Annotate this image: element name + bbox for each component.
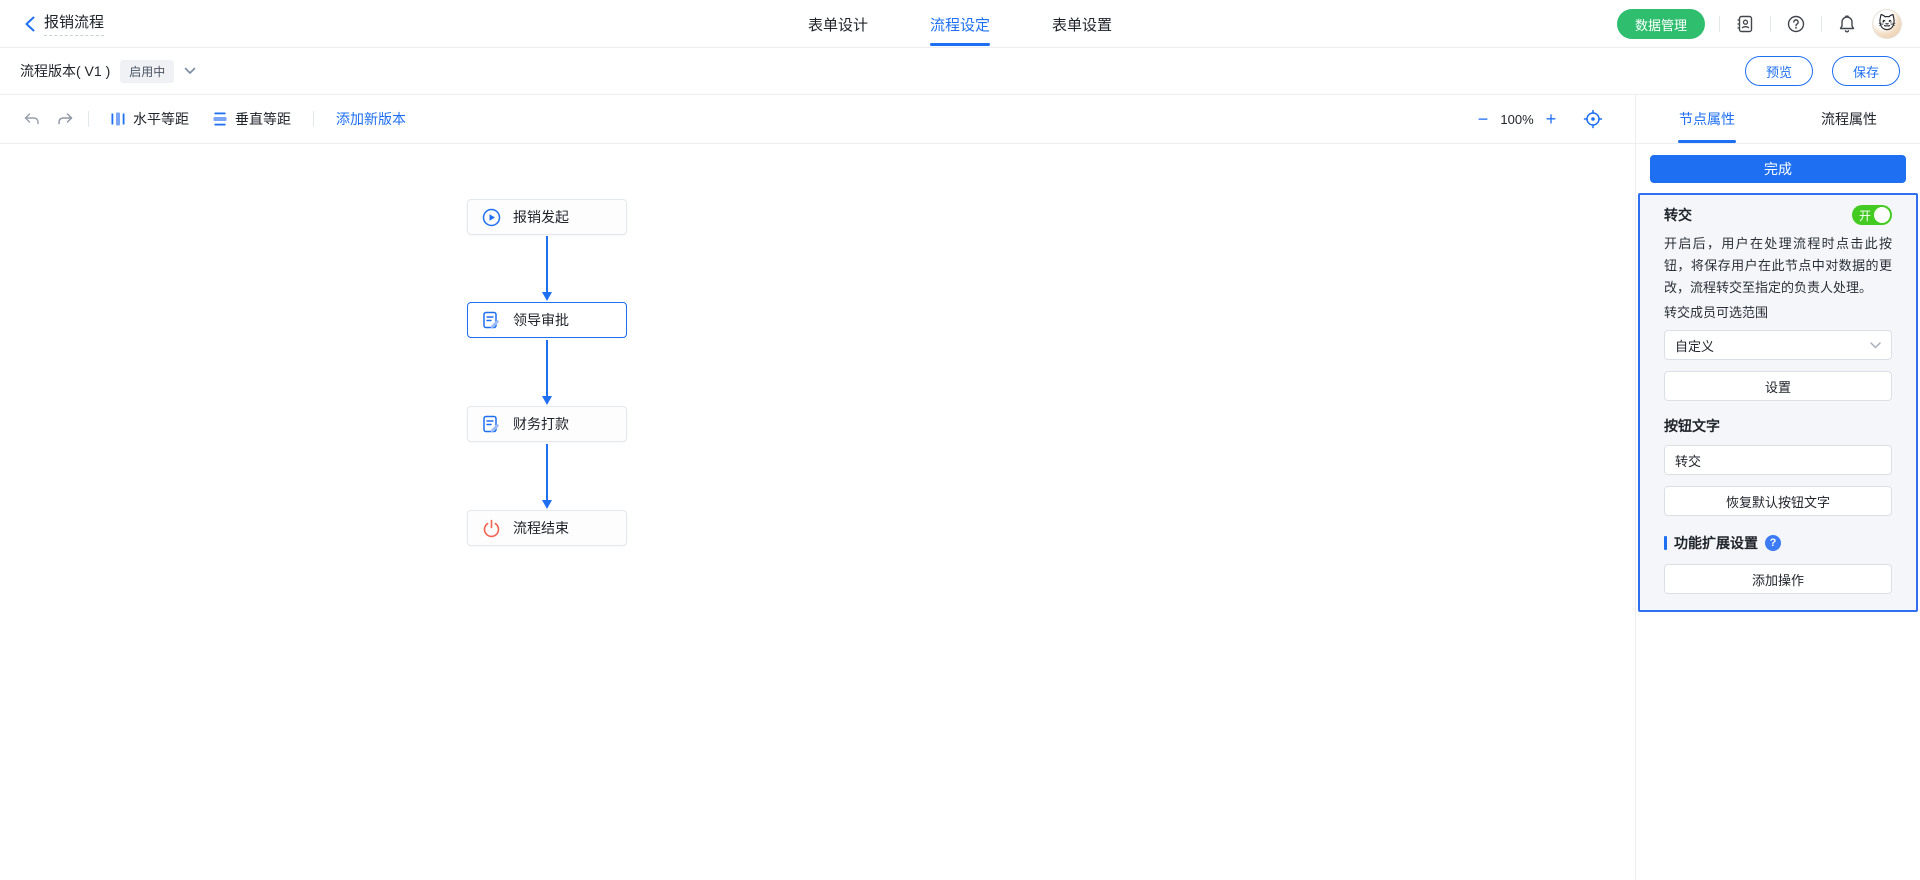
approval-icon (482, 311, 501, 330)
tab-flow-setting[interactable]: 流程设定 (930, 0, 990, 48)
flow-toolbar: 水平等距 垂直等距 添加新版本 − 100% + (0, 95, 1635, 144)
divider (1770, 16, 1771, 32)
back-button[interactable] (20, 14, 40, 34)
header-actions: 数据管理 🐱 (1617, 0, 1902, 48)
version-bar: 流程版本( V1 ) 启用中 预览 保存 (0, 48, 1920, 95)
version-label: 流程版本( V1 ) (20, 61, 110, 81)
flow-edge (541, 236, 553, 302)
active-tab-underline (930, 43, 990, 46)
flow-edge (541, 444, 553, 510)
transfer-header-row: 转交 开 (1664, 205, 1892, 225)
undo-button[interactable] (18, 106, 44, 132)
extension-settings-title: 功能扩展设置 (1674, 533, 1758, 553)
extension-settings-header: 功能扩展设置 ? (1664, 533, 1892, 553)
flow-editor-column: 水平等距 垂直等距 添加新版本 − 100% + (0, 95, 1635, 880)
power-icon (482, 519, 501, 538)
play-icon (482, 208, 501, 227)
transfer-toggle[interactable]: 开 (1852, 205, 1892, 225)
divider (1719, 16, 1720, 32)
transfer-title: 转交 (1664, 205, 1692, 225)
active-tab-underline (1678, 140, 1736, 143)
scope-select-value: 自定义 (1675, 336, 1714, 355)
title-editable[interactable]: 报销流程 (44, 11, 104, 36)
divider (1821, 16, 1822, 32)
page-title: 报销流程 (44, 14, 104, 31)
zoom-level: 100% (1495, 112, 1539, 127)
save-button[interactable]: 保存 (1832, 56, 1900, 86)
bell-icon[interactable] (1836, 13, 1858, 35)
chevron-down-icon (1870, 342, 1881, 349)
scope-select[interactable]: 自定义 (1664, 330, 1892, 360)
scope-label: 转交成员可选范围 (1664, 302, 1892, 321)
add-action-button[interactable]: 添加操作 (1664, 564, 1892, 594)
toggle-knob (1874, 207, 1890, 223)
app-window: 报销流程 表单设计 流程设定 表单设置 数据管理 🐱 流程版本( V1 ) (0, 0, 1920, 880)
top-header: 报销流程 表单设计 流程设定 表单设置 数据管理 🐱 (0, 0, 1920, 48)
vertical-spacing-button[interactable]: 垂直等距 (213, 109, 291, 129)
vertical-spacing-icon (213, 112, 227, 126)
flow-node-leader-approval[interactable]: 领导审批 (467, 302, 627, 338)
zoom-out-button[interactable]: − (1471, 107, 1495, 131)
node-label: 领导审批 (513, 310, 569, 330)
restore-default-button[interactable]: 恢复默认按钮文字 (1664, 486, 1892, 516)
redo-icon (57, 112, 74, 126)
main-area: 水平等距 垂直等距 添加新版本 − 100% + (0, 95, 1920, 880)
chevron-left-icon (24, 16, 36, 32)
version-dropdown-chevron-icon[interactable] (184, 67, 196, 75)
flow-node-finance-payment[interactable]: 财务打款 (467, 406, 627, 442)
properties-panel: 节点属性 流程属性 完成 转交 开 开启后，用户在处理流程时点击此按钮，将保存用… (1635, 95, 1920, 880)
panel-body: 完成 转交 开 开启后，用户在处理流程时点击此按钮，将保存用户在此节点中对数据的… (1636, 144, 1920, 880)
data-manage-button[interactable]: 数据管理 (1617, 9, 1705, 39)
user-avatar[interactable]: 🐱 (1872, 9, 1902, 39)
undo-icon (23, 112, 40, 126)
flow-node-end[interactable]: 流程结束 (467, 510, 627, 546)
redo-button[interactable] (52, 106, 78, 132)
approval-icon (482, 415, 501, 434)
section-marker (1664, 536, 1667, 550)
help-circle-icon[interactable]: ? (1765, 535, 1781, 551)
flow-edge (541, 340, 553, 406)
button-text-input[interactable] (1664, 445, 1892, 475)
add-version-link[interactable]: 添加新版本 (336, 109, 406, 129)
transfer-description: 开启后，用户在处理流程时点击此按钮，将保存用户在此节点中对数据的更改，流程转交至… (1664, 233, 1892, 299)
horizontal-spacing-button[interactable]: 水平等距 (111, 109, 189, 129)
flow-canvas[interactable]: 报销发起 领导审批 财务打款 流程结束 (0, 144, 1635, 880)
node-label: 流程结束 (513, 518, 569, 538)
flow-node-start[interactable]: 报销发起 (467, 199, 627, 235)
tab-form-setting[interactable]: 表单设置 (1052, 0, 1112, 48)
transfer-section-box: 转交 开 开启后，用户在处理流程时点击此按钮，将保存用户在此节点中对数据的更改，… (1638, 193, 1918, 612)
preview-button[interactable]: 预览 (1745, 56, 1813, 86)
divider (88, 111, 89, 127)
complete-button[interactable]: 完成 (1650, 155, 1906, 183)
tab-flow-properties[interactable]: 流程属性 (1778, 95, 1920, 143)
locate-button[interactable] (1583, 109, 1603, 129)
divider (313, 111, 314, 127)
tab-node-properties[interactable]: 节点属性 (1636, 95, 1778, 143)
crosshair-icon (1583, 109, 1603, 129)
header-tabs: 表单设计 流程设定 表单设置 (808, 0, 1112, 48)
node-label: 财务打款 (513, 414, 569, 434)
status-badge: 启用中 (120, 60, 174, 83)
help-icon[interactable] (1785, 13, 1807, 35)
node-label: 报销发起 (513, 207, 569, 227)
horizontal-spacing-icon (111, 112, 125, 126)
tab-form-design[interactable]: 表单设计 (808, 0, 868, 48)
button-text-label: 按钮文字 (1664, 416, 1892, 436)
scope-setting-button[interactable]: 设置 (1664, 371, 1892, 401)
contacts-icon[interactable] (1734, 13, 1756, 35)
panel-tabs: 节点属性 流程属性 (1636, 95, 1920, 144)
zoom-in-button[interactable]: + (1539, 107, 1563, 131)
toggle-on-label: 开 (1859, 207, 1871, 224)
